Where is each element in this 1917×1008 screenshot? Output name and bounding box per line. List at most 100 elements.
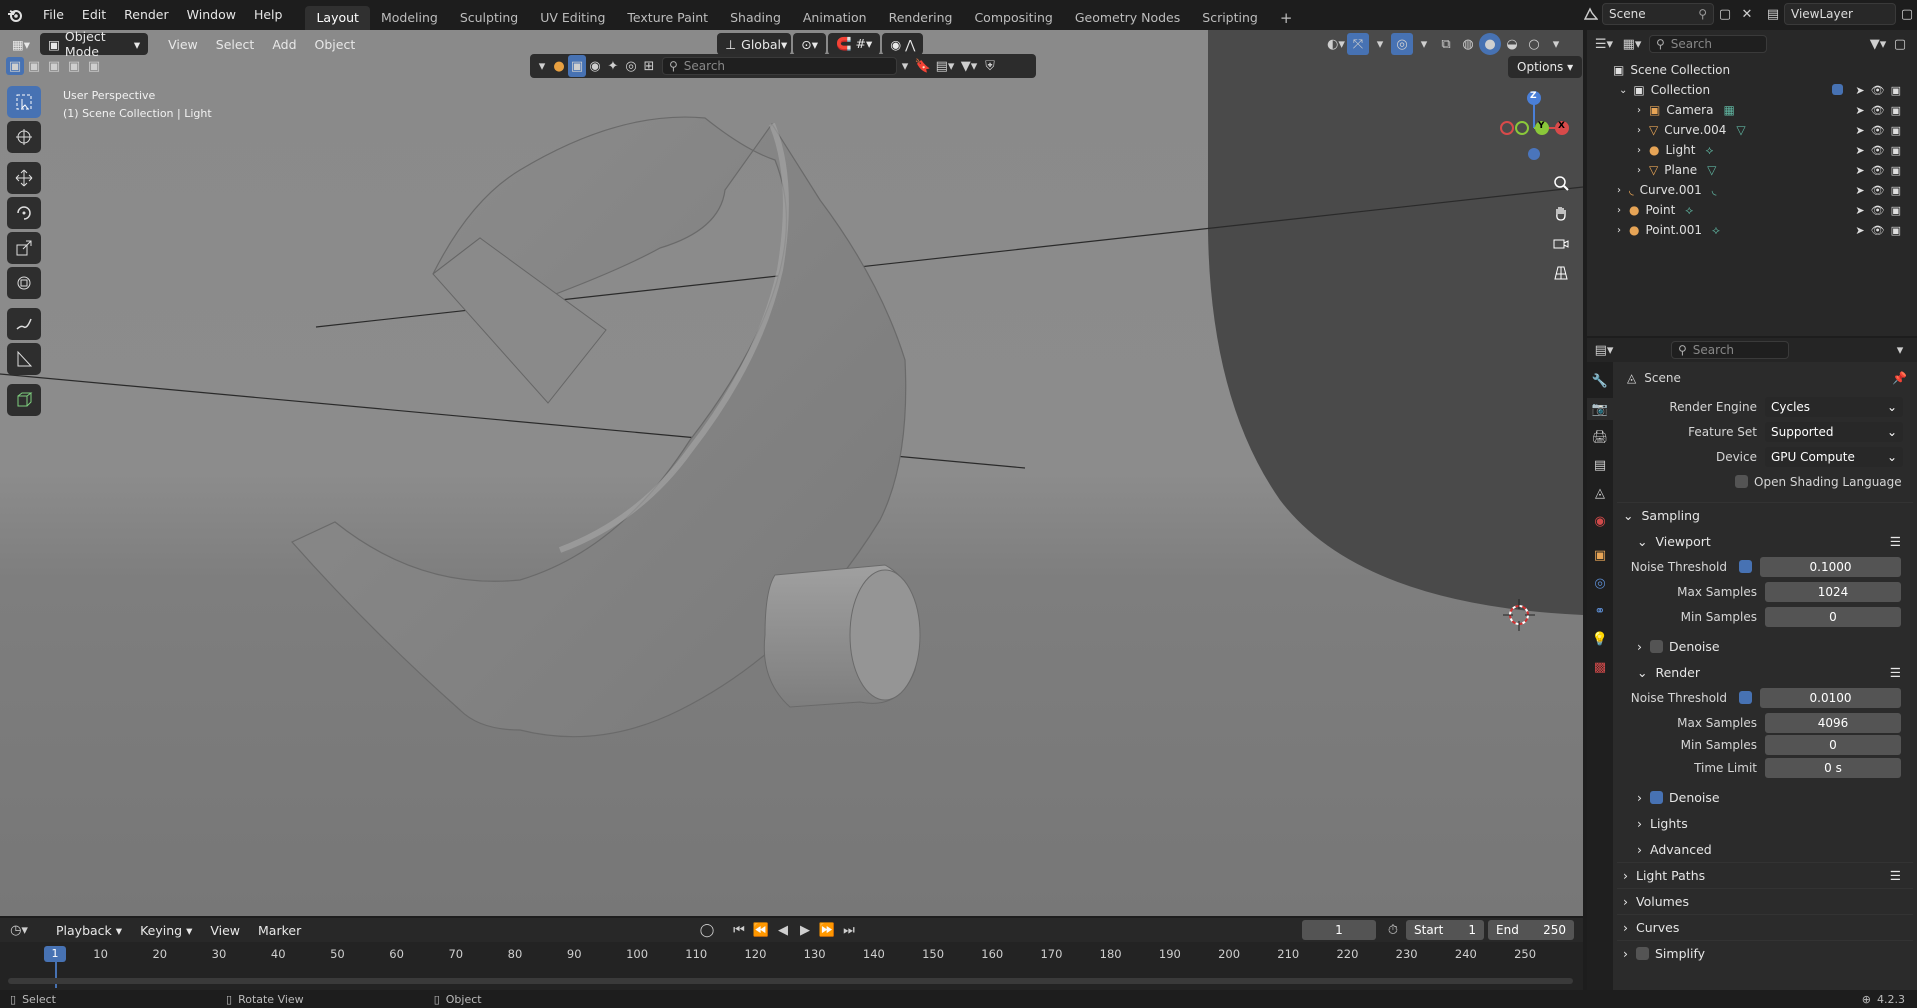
proportional-edit-button[interactable]: ◉ ⋀ <box>882 33 924 55</box>
move-tool-button[interactable] <box>7 162 41 194</box>
jump-keyframe-back-icon[interactable]: ⏪ <box>750 919 772 941</box>
timeline-view-menu[interactable]: View <box>202 919 248 941</box>
select-toggle-icon[interactable]: ➤ <box>1855 84 1864 97</box>
select-toggle-icon[interactable]: ➤ <box>1855 204 1864 217</box>
select-toggle-icon[interactable]: ➤ <box>1855 124 1864 137</box>
scale-tool-button[interactable] <box>7 232 41 264</box>
transform-tool-button[interactable] <box>7 267 41 299</box>
list-icon[interactable]: ☰ <box>1890 665 1901 680</box>
outliner-item[interactable]: › ▽ Curve.004 ▽ ➤ 👁 ▣ <box>1613 120 1917 140</box>
viewport-search-input[interactable]: ⚲ Search <box>662 57 897 75</box>
new-view-layer-icon[interactable]: ▢ <box>1896 3 1917 25</box>
tab-geometry-nodes[interactable]: Geometry Nodes <box>1064 6 1191 30</box>
select-invert-icon[interactable]: ▣ <box>64 57 84 75</box>
curves-panel-header[interactable]: › Curves <box>1617 914 1913 940</box>
color-icon[interactable]: ● <box>550 55 568 77</box>
view-layer-tab-icon[interactable]: ▤ <box>1587 454 1613 476</box>
jump-end-icon[interactable]: ⏭ <box>838 919 860 941</box>
view-layer-selector[interactable]: ViewLayer <box>1784 3 1896 25</box>
start-frame-field[interactable]: Start 1 <box>1406 920 1484 940</box>
tab-scripting[interactable]: Scripting <box>1191 6 1269 30</box>
eye-icon[interactable]: 👁 <box>1871 224 1885 237</box>
feature-set-dropdown[interactable]: Supported ⌄ <box>1765 421 1903 442</box>
chevron-down-icon[interactable]: ▾ <box>1889 339 1911 361</box>
menu-add[interactable]: Add <box>264 33 304 55</box>
exclude-checkbox[interactable] <box>1832 83 1844 95</box>
select-toggle-icon[interactable]: ➤ <box>1855 184 1864 197</box>
transform-orientation-selector[interactable]: ⊥ Global ▾ <box>717 33 792 55</box>
tab-modeling[interactable]: Modeling <box>370 6 449 30</box>
denoise-checkbox[interactable] <box>1650 790 1663 804</box>
physics-tab-icon[interactable]: ◎ <box>1587 572 1613 594</box>
mesh-filter-icon[interactable]: ◉ <box>586 55 604 77</box>
render-denoise-header[interactable]: › Denoise <box>1617 784 1913 810</box>
device-dropdown[interactable]: GPU Compute ⌄ <box>1765 446 1903 467</box>
camera-toggle-icon[interactable]: ▣ <box>1891 184 1901 197</box>
camera-toggle-icon[interactable]: ▣ <box>1891 124 1901 137</box>
viewport-subpanel-header[interactable]: ⌄ Viewport ☰ <box>1617 528 1913 554</box>
select-toggle-icon[interactable]: ➤ <box>1855 224 1864 237</box>
pin-icon[interactable]: 📌 <box>1892 371 1907 385</box>
outliner-search-input[interactable]: ⚲ Search <box>1649 35 1767 53</box>
display-mode-icon[interactable]: ▦▾ <box>1621 33 1643 55</box>
zoom-icon[interactable] <box>1548 170 1574 196</box>
tab-uv-editing[interactable]: UV Editing <box>529 6 616 30</box>
menu-window[interactable]: Window <box>178 0 245 30</box>
lock-filter-icon[interactable]: ⊞ <box>640 55 658 77</box>
viewport-denoise-header[interactable]: › Denoise <box>1617 633 1913 659</box>
menu-help[interactable]: Help <box>245 0 292 30</box>
tab-shading[interactable]: Shading <box>719 6 792 30</box>
outliner-item[interactable]: › ● Point.001 ⟡ ➤ 👁 ▣ <box>1613 220 1917 240</box>
keying-menu[interactable]: Keying ▾ <box>132 919 200 941</box>
camera-toggle-icon[interactable]: ▣ <box>1891 224 1901 237</box>
3d-viewport[interactable]: User Perspective (1) Scene Collection | … <box>0 30 1583 916</box>
world-tab-icon[interactable]: ◉ <box>1587 510 1613 532</box>
pivot-point-button[interactable]: ⊙▾ <box>793 33 826 55</box>
camera-view-icon[interactable] <box>1548 230 1574 256</box>
chevron-down-icon[interactable]: ▾ <box>534 55 550 77</box>
properties-search-input[interactable]: ⚲ Search <box>1671 341 1789 359</box>
simplify-checkbox[interactable] <box>1636 947 1649 960</box>
jump-keyframe-forward-icon[interactable]: ⏩ <box>816 919 838 941</box>
osl-checkbox[interactable] <box>1735 475 1748 488</box>
menu-view[interactable]: View <box>160 33 206 55</box>
editor-type-icon[interactable]: ▦▾ <box>4 33 38 55</box>
mode-selector[interactable]: ▣ Object Mode ▾ <box>40 29 149 59</box>
noise-threshold-checkbox[interactable] <box>1739 691 1752 704</box>
stopwatch-icon[interactable]: ⏱ <box>1382 919 1404 941</box>
camera-toggle-icon[interactable]: ▣ <box>1891 164 1901 177</box>
eye-icon[interactable]: 👁 <box>1871 84 1885 97</box>
overlays-toggle-icon[interactable]: ◎ <box>1391 33 1413 55</box>
layout-menu-icon[interactable]: ▤▾ <box>933 55 957 77</box>
properties-editor-type-icon[interactable]: ▤▾ <box>1593 339 1615 361</box>
texture-tab-icon[interactable]: ▩ <box>1587 656 1613 678</box>
camera-toggle-icon[interactable]: ▣ <box>1891 84 1901 97</box>
snap-button[interactable]: 🧲 #▾ <box>828 33 881 55</box>
menu-render[interactable]: Render <box>115 0 178 30</box>
menu-edit[interactable]: Edit <box>73 0 115 30</box>
list-icon[interactable]: ☰ <box>1890 868 1901 883</box>
camera-toggle-icon[interactable]: ▣ <box>1891 144 1901 157</box>
perspective-grid-icon[interactable] <box>1548 260 1574 286</box>
tab-compositing[interactable]: Compositing <box>963 6 1063 30</box>
eye-icon[interactable]: 👁 <box>1871 204 1885 217</box>
eye-icon[interactable]: 👁 <box>1871 124 1885 137</box>
timeline-ruler[interactable]: 1 10 20 30 40 50 60 70 80 90 100 110 120 130 140 150 16… <box>0 942 1583 990</box>
rendered-shading-icon[interactable]: ○ <box>1523 33 1545 55</box>
tool-tab-icon[interactable]: 🔧 <box>1587 370 1613 392</box>
outliner-item[interactable]: › ◟ Curve.001 ◟ ➤ 👁 ▣ <box>1613 180 1917 200</box>
select-tool-button[interactable] <box>7 86 41 118</box>
light-paths-panel-header[interactable]: › Light Paths ☰ <box>1617 862 1913 888</box>
max-samples-field[interactable]: 1024 <box>1765 581 1901 602</box>
solid-shading-icon[interactable]: ● <box>1479 33 1501 55</box>
jump-start-icon[interactable]: ⏮ <box>728 919 750 941</box>
select-subtract-icon[interactable]: ▣ <box>44 57 64 75</box>
list-icon[interactable]: ☰ <box>1890 534 1901 549</box>
play-icon[interactable]: ▶ <box>794 919 816 941</box>
camera-toggle-icon[interactable]: ▣ <box>1891 204 1901 217</box>
scene-tab-icon[interactable]: ◬ <box>1587 482 1613 504</box>
select-toggle-icon[interactable]: ➤ <box>1855 144 1864 157</box>
outliner-collection[interactable]: ⌄ ▣ Collection ➤ 👁 ▣ <box>1613 80 1917 100</box>
outliner-item[interactable]: › ● Point ⟡ ➤ 👁 ▣ <box>1613 200 1917 220</box>
delete-scene-icon[interactable]: ✕ <box>1736 3 1758 25</box>
